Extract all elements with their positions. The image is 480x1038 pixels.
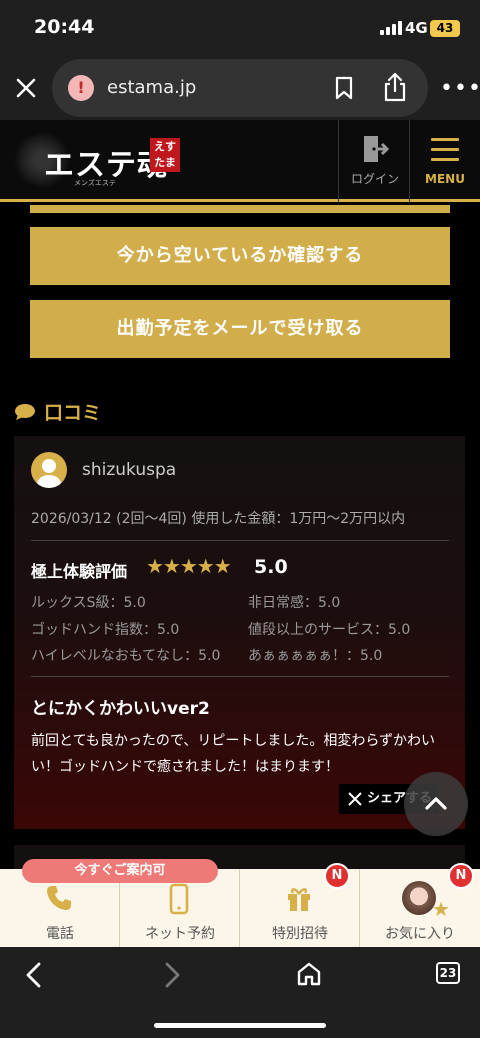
star-icon: ★ [432, 897, 450, 921]
signal-icon [380, 21, 402, 35]
login-button[interactable]: ログイン [338, 120, 410, 202]
home-indicator [154, 1023, 326, 1028]
warning-icon[interactable]: ! [68, 75, 94, 101]
score-item: ルックスS級：5.0 [31, 595, 146, 611]
status-time: 20:44 [34, 16, 95, 38]
address-field[interactable]: ! estama.jp [52, 59, 428, 117]
chevron-up-icon [425, 797, 447, 810]
smartphone-icon [169, 883, 189, 915]
site-header: エステ魂 えすたま メンズエステ ログイン MENU [0, 120, 480, 202]
invite-label: 特別招待 [272, 926, 328, 942]
new-badge: N [448, 863, 474, 889]
review-body: 前回とても良かったので、リピートしました。相変わらずかわいい！ゴッドハンドで癒さ… [31, 733, 436, 775]
divider [31, 676, 449, 677]
review-card: shizukuspa 2026/03/12 (2回〜4回) 使用した金額：1万円… [14, 436, 465, 829]
phone-icon [47, 886, 71, 910]
login-door-icon [361, 134, 390, 168]
divider [31, 540, 449, 541]
network-type: 4G [405, 19, 428, 37]
review-meta: 2026/03/12 (2回〜4回) 使用した金額：1万円〜2万円以内 [31, 511, 406, 527]
reviewer-name: shizukuspa [82, 460, 177, 480]
star-rating-icon: ★★★★★ [146, 554, 232, 578]
partial-button-above[interactable] [30, 205, 450, 213]
favorites-label: お気に入り [385, 926, 455, 942]
logo-tag: えすたま [150, 138, 180, 172]
logo-subtitle: メンズエステ [74, 179, 116, 187]
special-invite-button[interactable]: 特別招待 N [240, 863, 360, 947]
score-item: 値段以上のサービス：5.0 [248, 622, 411, 638]
favorites-button[interactable]: ★ お気に入り N [360, 863, 480, 947]
schedule-email-button[interactable]: 出勤予定をメールで受け取る [30, 300, 450, 358]
rating-value: 5.0 [254, 556, 288, 578]
reviews-heading: 口コミ [14, 398, 101, 425]
phone-label: 電話 [46, 926, 74, 942]
rating-label: 極上体験評価 [31, 562, 128, 581]
battery-icon: 43 [430, 20, 460, 37]
url-text: estama.jp [107, 77, 197, 98]
menu-label: MENU [425, 172, 465, 186]
reviewer-avatar [31, 452, 67, 488]
back-icon[interactable] [22, 961, 46, 993]
favorite-avatar [402, 881, 436, 915]
check-availability-button[interactable]: 今から空いているか確認する [30, 227, 450, 285]
score-item: ゴッドハンド指数：5.0 [31, 622, 180, 638]
x-logo-icon [348, 792, 362, 806]
browser-url-bar: ! estama.jp ••• [0, 58, 480, 120]
availability-badge: 今すぐご案内可 [22, 859, 218, 883]
share-icon[interactable] [382, 71, 408, 107]
close-icon[interactable] [12, 74, 40, 102]
tabs-icon[interactable]: 23 [436, 962, 460, 984]
hamburger-icon [431, 138, 459, 168]
score-item: ハイレベルなおもてなし：5.0 [31, 648, 221, 664]
bookmark-icon[interactable] [334, 76, 354, 104]
review-title: とにかくかわいいver2 [31, 699, 210, 719]
browser-toolbar: 23 [0, 947, 480, 1038]
scroll-to-top-button[interactable] [404, 772, 468, 836]
speech-bubble-icon [15, 403, 35, 420]
login-label: ログイン [350, 172, 399, 186]
new-badge: N [324, 863, 350, 889]
score-item: あぁぁぁぁぁ！：5.0 [248, 648, 383, 664]
booking-label: ネット予約 [145, 926, 215, 942]
reviews-title: 口コミ [44, 402, 102, 424]
more-icon[interactable]: ••• [440, 76, 480, 101]
gift-icon [288, 888, 310, 911]
site-logo[interactable]: エステ魂 えすたま メンズエステ [14, 132, 184, 192]
menu-button[interactable]: MENU [410, 120, 480, 202]
home-icon[interactable] [296, 961, 322, 991]
forward-icon[interactable] [160, 961, 184, 993]
status-bar: 20:44 4G 43 [0, 0, 480, 58]
score-item: 非日常感：5.0 [248, 595, 341, 611]
